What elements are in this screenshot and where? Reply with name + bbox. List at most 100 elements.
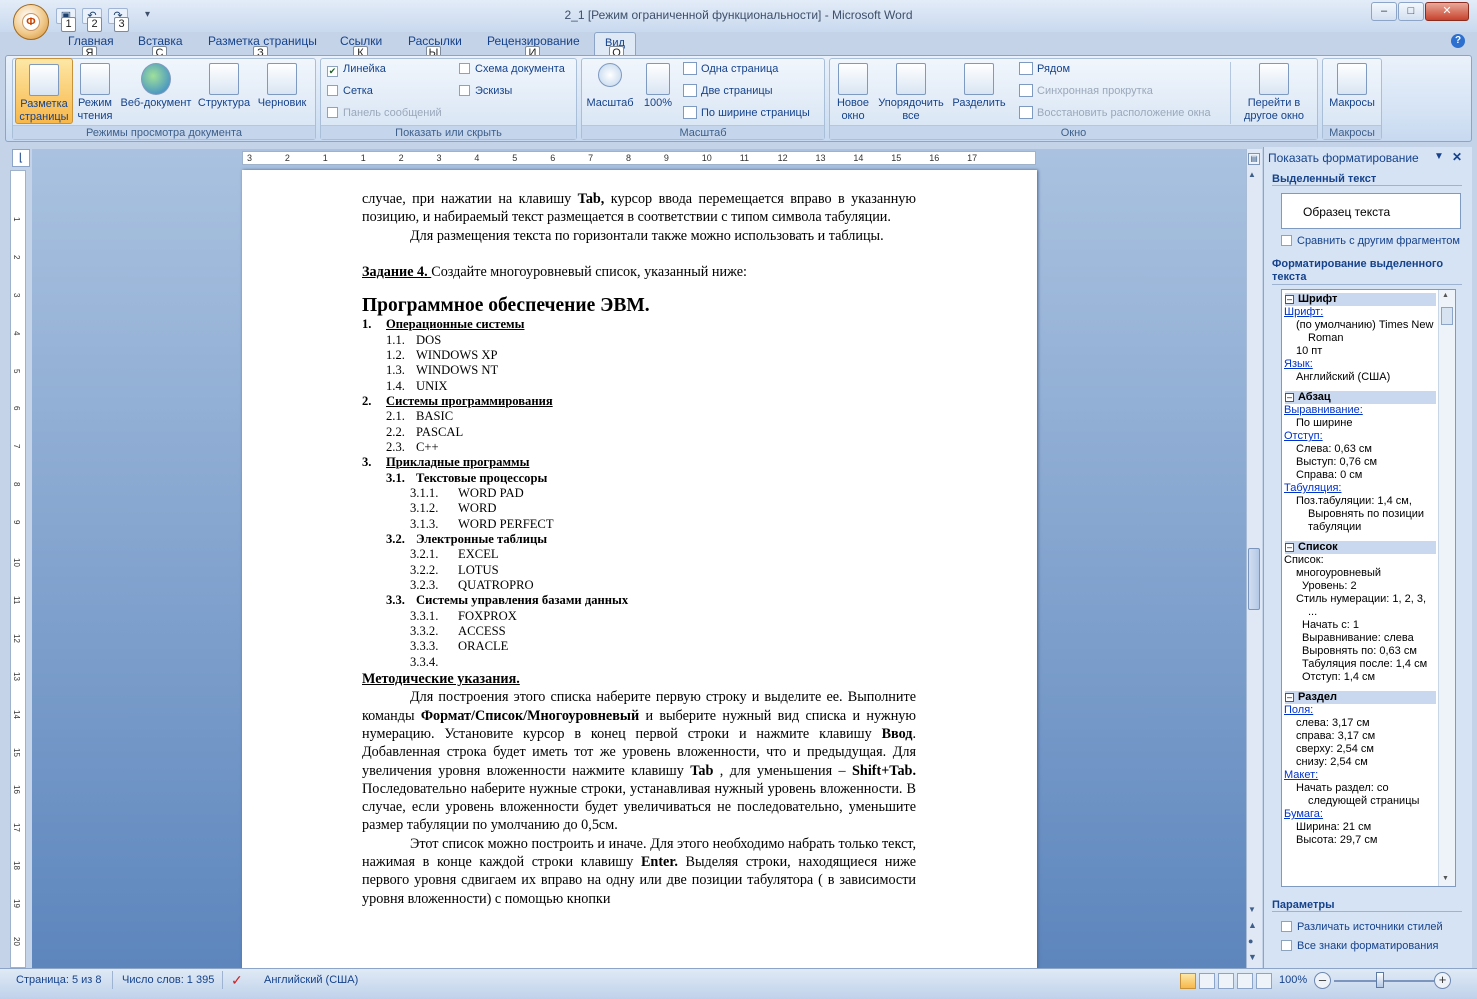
paragraph-section[interactable]: – Абзац [1285, 391, 1436, 404]
horizontal-ruler[interactable]: 3 2 1 1 2 3 4 5 6 7 8 9 10 11 12 13 14 15 16 17 [242, 151, 1036, 165]
vruler-tick-label: 6 [12, 406, 21, 411]
scroll-up-icon[interactable]: ▲ [1248, 170, 1256, 179]
side-by-side-button[interactable]: Рядом [1019, 61, 1070, 79]
views-group-caption: Режимы просмотра документа [13, 125, 315, 139]
vertical-ruler[interactable]: 1 2 3 4 5 6 7 8 9 10 11 12 13 14 15 16 17 18 19 20 [10, 170, 26, 968]
thumbnails-checkbox[interactable]: Эскизы [459, 84, 512, 100]
paper-link[interactable]: Бумага: [1282, 808, 1455, 821]
selected-text-heading: Выделенный текст [1272, 173, 1462, 186]
document-body[interactable]: случае, при нажатии на клавишу Tab, курс… [362, 190, 916, 908]
section-section[interactable]: – Раздел [1285, 691, 1436, 704]
browse-object-icon[interactable]: ● [1248, 936, 1253, 946]
task-paragraph: Задание 4. Создайте многоуровневый списо… [362, 263, 747, 280]
split-button[interactable]: Разделить [950, 63, 1008, 110]
next-page-icon[interactable]: ▼ [1248, 952, 1257, 962]
distinguish-styles-checkbox[interactable]: Различать источники стилей [1281, 920, 1443, 936]
reset-position-button[interactable]: Восстановить расположение окна [1019, 105, 1211, 123]
ruler-tick-label: 9 [663, 153, 669, 163]
scroll-thumb[interactable] [1248, 548, 1260, 610]
language-indicator[interactable]: Английский (США) [264, 974, 358, 990]
switch-windows-button[interactable]: Перейти в другое окно [1234, 63, 1314, 123]
reading-mode-button[interactable]: Режим чтения [74, 63, 116, 123]
side-by-side-icon [1019, 62, 1033, 75]
font-link[interactable]: Шрифт: [1282, 306, 1455, 319]
arrange-all-button[interactable]: Упорядочить все [874, 63, 948, 123]
draft-icon [267, 63, 297, 95]
sample-text-box[interactable]: Образец текста [1281, 193, 1461, 229]
tab-selector[interactable]: ⌊ [12, 149, 30, 167]
web-layout-button[interactable]: Веб-документ [117, 63, 195, 110]
sync-scroll-button[interactable]: Синхронная прокрутка [1019, 83, 1153, 101]
one-page-button[interactable]: Одна страница [683, 61, 778, 79]
vruler-tick-label: 13 [12, 671, 21, 681]
font-section[interactable]: – Шрифт [1285, 293, 1436, 306]
paragraph: случае, при нажатии на клавишу Tab, курс… [362, 191, 916, 226]
zoom-100-button[interactable]: 100% [639, 63, 677, 110]
two-pages-button[interactable]: Две страницы [683, 83, 773, 101]
indent-link[interactable]: Отступ: [1282, 430, 1455, 443]
check-icon: ✔ [327, 66, 338, 77]
compare-checkbox[interactable]: Сравнить с другим фрагментом [1281, 234, 1460, 250]
pane-menu-icon[interactable]: ▼ [1434, 151, 1444, 162]
ruler-checkbox[interactable]: ✔ Линейка [327, 62, 386, 78]
layout-link[interactable]: Макет: [1282, 769, 1455, 782]
language-link[interactable]: Язык: [1282, 358, 1455, 371]
formatting-list[interactable]: – Шрифт Шрифт: (по умолчанию) Times New R… [1281, 289, 1456, 887]
show-all-marks-checkbox[interactable]: Все знаки форматирования [1281, 939, 1438, 955]
zoom-slider-track[interactable] [1334, 980, 1434, 982]
zoom-button[interactable]: Масштаб [583, 63, 637, 110]
margins-link[interactable]: Поля: [1282, 704, 1455, 717]
ruler-tick-label: 13 [815, 153, 826, 163]
zoom-slider-thumb[interactable] [1376, 972, 1384, 988]
zoom-out-button[interactable]: – [1314, 972, 1331, 989]
print-layout-button[interactable]: Разметка страницы [15, 58, 73, 124]
macros-button[interactable]: Макросы [1324, 63, 1380, 110]
spellcheck-icon[interactable]: ✓ [231, 972, 243, 988]
pane-close-icon[interactable]: ✕ [1452, 150, 1462, 164]
vruler-tick-label: 7 [12, 444, 21, 449]
message-bar-checkbox[interactable]: Панель сообщений [327, 106, 442, 122]
arrange-icon [896, 63, 926, 95]
maximize-button[interactable]: □ [1398, 2, 1424, 21]
formatting-scrollbar[interactable]: ▲ ▼ [1438, 290, 1455, 886]
zoom-level[interactable]: 100% [1279, 974, 1307, 990]
print-layout-view-icon[interactable] [1180, 973, 1196, 989]
word-count[interactable]: Число слов: 1 395 [122, 974, 214, 990]
grid-checkbox[interactable]: Сетка [327, 84, 373, 100]
ruler-toggle-icon[interactable]: ▤ [1248, 153, 1260, 165]
outline-button[interactable]: Структура [196, 63, 252, 110]
reading-view-icon[interactable] [1199, 973, 1215, 989]
zoom-in-button[interactable]: + [1434, 972, 1451, 989]
document-map-checkbox[interactable]: Схема документа [459, 62, 565, 78]
scroll-down-icon[interactable]: ▼ [1248, 905, 1256, 914]
ruler-tick-label: 14 [853, 153, 864, 163]
ruler-tick-label: 2 [398, 153, 404, 163]
page-width-button[interactable]: По ширине страницы [683, 105, 810, 123]
collapse-icon: – [1285, 542, 1294, 552]
previous-page-icon[interactable]: ▲ [1248, 920, 1257, 930]
draft-view-icon[interactable] [1256, 973, 1272, 989]
draft-button[interactable]: Черновик [253, 63, 311, 110]
new-window-button[interactable]: Новое окно [832, 63, 874, 123]
web-view-icon[interactable] [1218, 973, 1234, 989]
page-indicator[interactable]: Страница: 5 из 8 [16, 974, 102, 990]
list-item: 1.1. DOS [386, 332, 442, 347]
minimize-button[interactable]: – [1371, 2, 1397, 21]
document-page[interactable]: случае, при нажатии на клавишу Tab, курс… [242, 170, 1037, 970]
book-icon [80, 63, 110, 95]
outline-view-icon[interactable] [1237, 973, 1253, 989]
collapse-icon: – [1285, 392, 1294, 402]
qat-menu-icon[interactable]: ▾ [145, 9, 150, 20]
list-section[interactable]: – Список [1285, 541, 1436, 554]
help-icon[interactable]: ? [1451, 34, 1465, 48]
ruler-tick-label: 1 [360, 153, 366, 163]
window-title: 2_1 [Режим ограниченной функциональности… [564, 8, 913, 22]
tabs-link[interactable]: Табуляция: [1282, 482, 1455, 495]
close-button[interactable]: ✕ [1425, 2, 1469, 21]
office-button[interactable]: Ф [13, 4, 49, 40]
list-item: 3.1.1. WORD PAD [410, 485, 524, 500]
list-item: 3.1.2. WORD [410, 501, 497, 516]
ruler-tick-label: 1 [322, 153, 328, 163]
list-item: 1.2. WINDOWS XP [386, 347, 498, 362]
alignment-link[interactable]: Выравнивание: [1282, 404, 1455, 417]
